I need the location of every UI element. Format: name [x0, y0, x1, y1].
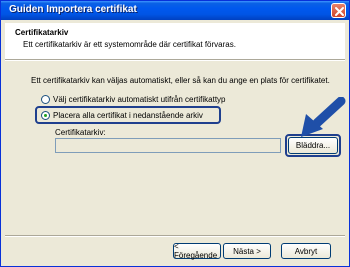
- title-bar[interactable]: Guiden Importera certifikat: [1, 1, 349, 20]
- close-icon: [335, 7, 344, 16]
- radio-place-in-store-button[interactable]: [41, 110, 50, 120]
- radio-place-in-store[interactable]: Placera alla certifikat i nedanstående a…: [41, 109, 203, 121]
- window-title: Guiden Importera certifikat: [9, 4, 137, 15]
- radio-auto-select[interactable]: Välj certifikatarkiv automatiskt utifrån…: [41, 93, 226, 105]
- close-button[interactable]: [331, 3, 346, 18]
- next-button[interactable]: Nästa >: [223, 243, 271, 259]
- wizard-header: Certifikatarkiv Ett certifikatarkiv är e…: [5, 23, 345, 59]
- import-certificate-wizard-window: Guiden Importera certifikat Certifikatar…: [0, 0, 350, 267]
- header-divider: [5, 59, 345, 61]
- header-subtitle: Ett certifikatarkiv är ett systemområde …: [23, 40, 236, 49]
- description-text: Ett certifikatarkiv kan väljas automatis…: [31, 76, 330, 85]
- back-button[interactable]: < Föregående: [173, 242, 221, 260]
- certificate-store-label: Certifikatarkiv:: [55, 128, 106, 137]
- pointer-arrow-icon: [301, 97, 346, 137]
- cancel-button[interactable]: Avbryt: [281, 243, 331, 259]
- radio-auto-select-label: Välj certifikatarkiv automatiskt utifrån…: [53, 94, 226, 104]
- footer-divider: [5, 235, 345, 237]
- radio-auto-select-button[interactable]: [41, 94, 50, 104]
- header-title: Certifikatarkiv: [15, 28, 69, 37]
- radio-place-in-store-label: Placera alla certifikat i nedanstående a…: [53, 110, 203, 120]
- certificate-store-field[interactable]: [55, 138, 281, 153]
